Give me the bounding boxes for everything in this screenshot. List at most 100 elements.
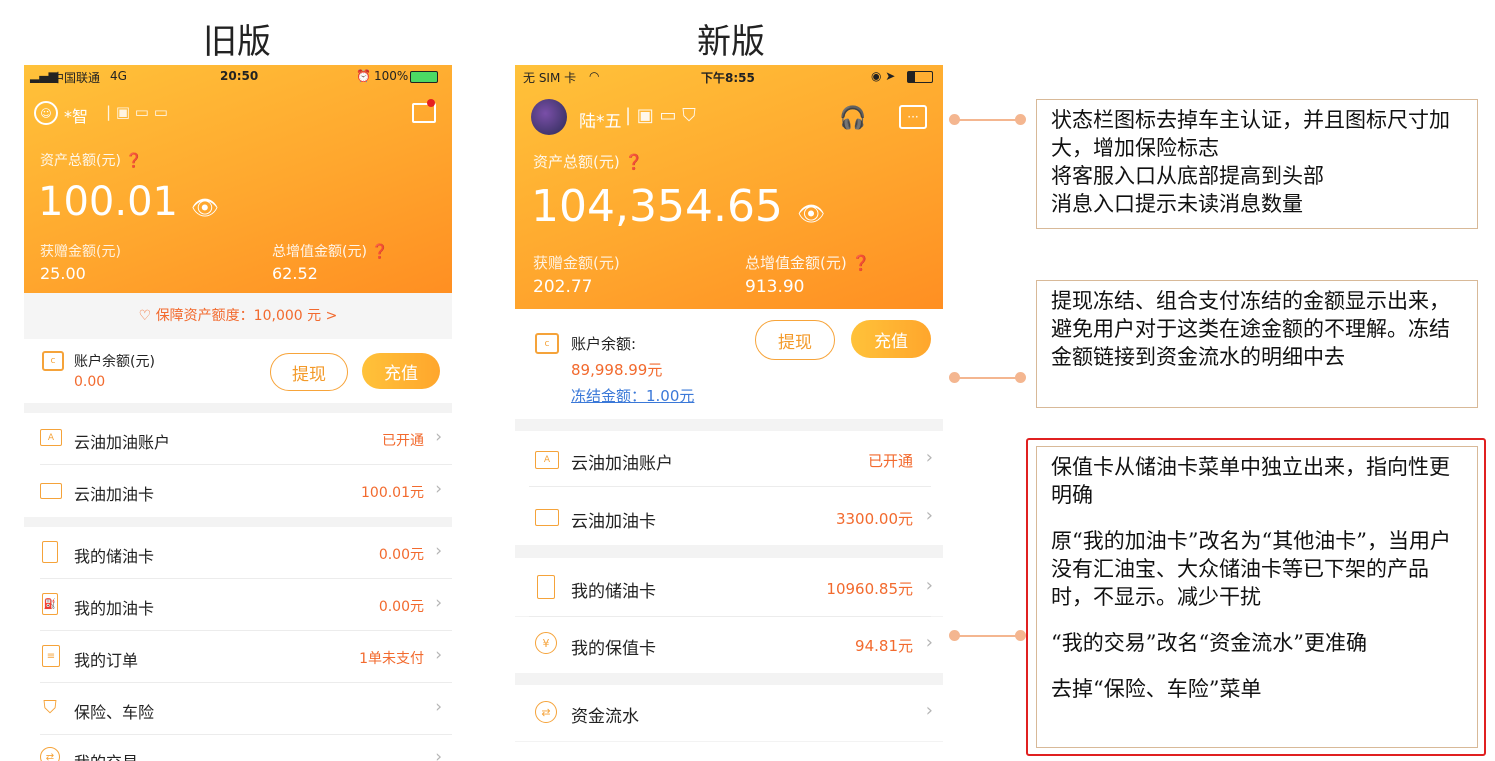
chevron-right-icon: › — [925, 505, 933, 526]
menu-item-value-card[interactable]: ¥ 我的保值卡 94.81元 › — [515, 617, 943, 673]
unread-dot — [427, 99, 435, 107]
menu-item-orders[interactable]: ≡ 我的订单 1单未支付 › — [24, 631, 452, 683]
eye-icon[interactable]: 👁 — [797, 202, 825, 227]
connector-line — [955, 377, 1021, 379]
balance-section: c 账户余额(元) 0.00 提现 充值 — [24, 339, 452, 403]
customer-service-icon[interactable]: 🎧 — [839, 105, 867, 131]
menu-label: 我的交易 — [74, 749, 138, 761]
chevron-right-icon: › — [435, 697, 442, 717]
menu-label: 保险、车险 — [74, 703, 155, 722]
added-label: 总增值金额(元) ❓ — [272, 244, 389, 260]
menu-item-storage-card[interactable]: 我的储油卡 10960.85元 › — [515, 558, 943, 616]
menu-item-transactions[interactable]: ⇄ 我的交易 › — [24, 735, 452, 761]
asset-total-label: 资产总额(元) ❓ — [533, 153, 644, 171]
help-icon[interactable]: ❓ — [625, 153, 644, 171]
alarm-icon: ⏰ — [356, 69, 371, 83]
balance-section: c 账户余额: 89,998.99元 冻结金额：1.00元 提现 充值 — [515, 309, 943, 419]
bonus-value: 202.77 — [533, 277, 593, 297]
added-value: 62.52 — [272, 264, 318, 283]
menu-value: 0.00元 — [378, 599, 424, 615]
frozen-amount-link[interactable]: 冻结金额：1.00元 — [571, 385, 694, 406]
card-icon — [40, 483, 62, 499]
balance-value: 89,998.99元 — [571, 361, 663, 379]
fuel-pump-icon: ⛽ — [42, 593, 58, 615]
bonus-label: 获赠金额(元) — [40, 244, 121, 260]
menu-value: 10960.85元 — [826, 580, 913, 598]
bonus-value: 25.00 — [40, 264, 86, 283]
next-menu-partial — [515, 742, 943, 761]
note-text: 去掉“保险、车险”菜单 — [1051, 677, 1262, 701]
menu-label: 我的储油卡 — [571, 582, 656, 602]
user-avatar-icon[interactable]: ☺ — [34, 101, 58, 125]
menu-label: 我的储油卡 — [74, 547, 155, 566]
status-time: 20:50 — [220, 69, 259, 83]
chevron-right-icon: › — [435, 427, 442, 447]
badge-icons[interactable]: | ▣ ▭ ⛉ — [625, 105, 696, 126]
shield-icon: ♡ — [138, 308, 156, 324]
asset-total-label: 资产总额(元) ❓ — [40, 153, 143, 169]
menu-value: 已开通 — [382, 433, 424, 449]
user-name: 陆*五 — [579, 112, 622, 132]
menu-label: 我的订单 — [74, 651, 139, 670]
recharge-button[interactable]: 充值 — [362, 353, 440, 389]
new-app-screen: 无 SIM 卡 ◠ 下午8:55 ◉ ➤ 陆*五 | ▣ ▭ ⛉ 🎧 ··· 资… — [515, 65, 943, 761]
id-card-icon: A — [40, 429, 62, 446]
carrier-label: 无 SIM 卡 — [523, 71, 577, 85]
wifi-icon: ◠ — [589, 69, 600, 83]
storage-card-icon — [537, 575, 555, 599]
status-time: 下午8:55 — [701, 71, 755, 85]
balance-label: 账户余额(元) — [74, 354, 155, 370]
eye-icon[interactable]: 👁 — [191, 196, 219, 221]
menu-value: 1单未支付 — [359, 651, 424, 667]
message-icon[interactable]: ··· — [899, 105, 927, 129]
new-status-bar: 无 SIM 卡 ◠ 下午8:55 ◉ ➤ — [515, 65, 943, 89]
menu-label: 云油加油卡 — [74, 485, 155, 504]
connector-line — [955, 119, 1021, 121]
battery-icon — [410, 71, 438, 83]
menu-label: 我的加油卡 — [74, 599, 155, 618]
menu-item-yunyou-account[interactable]: A 云油加油账户 已开通 › — [24, 413, 452, 465]
old-status-bar: ▂▄▆ 中国联通 4G 20:50 ⏰ 100% — [24, 65, 452, 89]
menu-item-yunyou-card[interactable]: 云油加油卡 100.01元 › — [24, 465, 452, 517]
chevron-right-icon: › — [925, 447, 933, 468]
user-avatar[interactable] — [531, 99, 567, 135]
balance-value: 0.00 — [74, 374, 106, 390]
chevron-right-icon: › — [435, 645, 442, 665]
added-value: 913.90 — [745, 277, 805, 297]
help-icon[interactable]: ❓ — [371, 244, 388, 260]
added-label: 总增值金额(元) ❓ — [745, 254, 871, 272]
menu-item-yunyou-account[interactable]: A 云油加油账户 已开通 › — [515, 431, 943, 487]
menu-label: 资金流水 — [571, 707, 639, 727]
menu-item-insurance[interactable]: ⛉ 保险、车险 › — [24, 683, 452, 735]
badge-icons[interactable]: | ▣ ▭ ▭ — [106, 103, 168, 121]
recharge-button[interactable]: 充值 — [851, 320, 931, 358]
menu-label: 云油加油账户 — [571, 454, 673, 474]
withdraw-button[interactable]: 提现 — [755, 320, 835, 360]
withdraw-button[interactable]: 提现 — [270, 353, 348, 391]
protection-link[interactable]: ♡ 保障资产额度：10,000 元 > — [24, 293, 452, 339]
exchange-icon: ⇄ — [535, 701, 557, 723]
menu-item-fund-flow[interactable]: ⇄ 资金流水 › — [515, 685, 943, 741]
new-header: 无 SIM 卡 ◠ 下午8:55 ◉ ➤ 陆*五 | ▣ ▭ ⛉ 🎧 ··· 资… — [515, 65, 943, 309]
help-icon[interactable]: ❓ — [852, 254, 871, 272]
asset-total-value: 100.01 👁 — [38, 179, 219, 225]
old-header: ▂▄▆ 中国联通 4G 20:50 ⏰ 100% ☺ *智 | ▣ ▭ ▭ 资产… — [24, 65, 452, 293]
network-label: 4G — [110, 69, 127, 83]
note-text: 保值卡从储油卡菜单中独立出来，指向性更明确 — [1051, 455, 1450, 507]
menu-item-storage-card[interactable]: 我的储油卡 0.00元 › — [24, 527, 452, 579]
help-icon[interactable]: ❓ — [125, 153, 142, 169]
menu-item-yunyou-card[interactable]: 云油加油卡 3300.00元 › — [515, 487, 943, 545]
card-icon — [535, 509, 559, 526]
menu-item-fuel-card[interactable]: ⛽ 我的加油卡 0.00元 › — [24, 579, 452, 631]
menu-value: 3300.00元 — [835, 510, 913, 528]
carrier-label: 中国联通 — [52, 71, 101, 85]
note-menu-changes: 保值卡从储油卡菜单中独立出来，指向性更明确 原“我的加油卡”改名为“其他油卡”，… — [1036, 446, 1478, 748]
note-text: 原“我的加油卡”改名为“其他油卡”，当用户没有汇油宝、大众储油卡等已下架的产品时… — [1051, 529, 1451, 609]
chevron-right-icon: › — [435, 541, 442, 561]
menu-label: 我的保值卡 — [571, 639, 656, 659]
menu-label: 云油加油账户 — [74, 433, 171, 452]
wallet-icon: c — [535, 333, 559, 354]
connector-dot — [1015, 372, 1026, 383]
menu-value: 已开通 — [867, 452, 913, 470]
menu-label: 云油加油卡 — [571, 512, 656, 532]
